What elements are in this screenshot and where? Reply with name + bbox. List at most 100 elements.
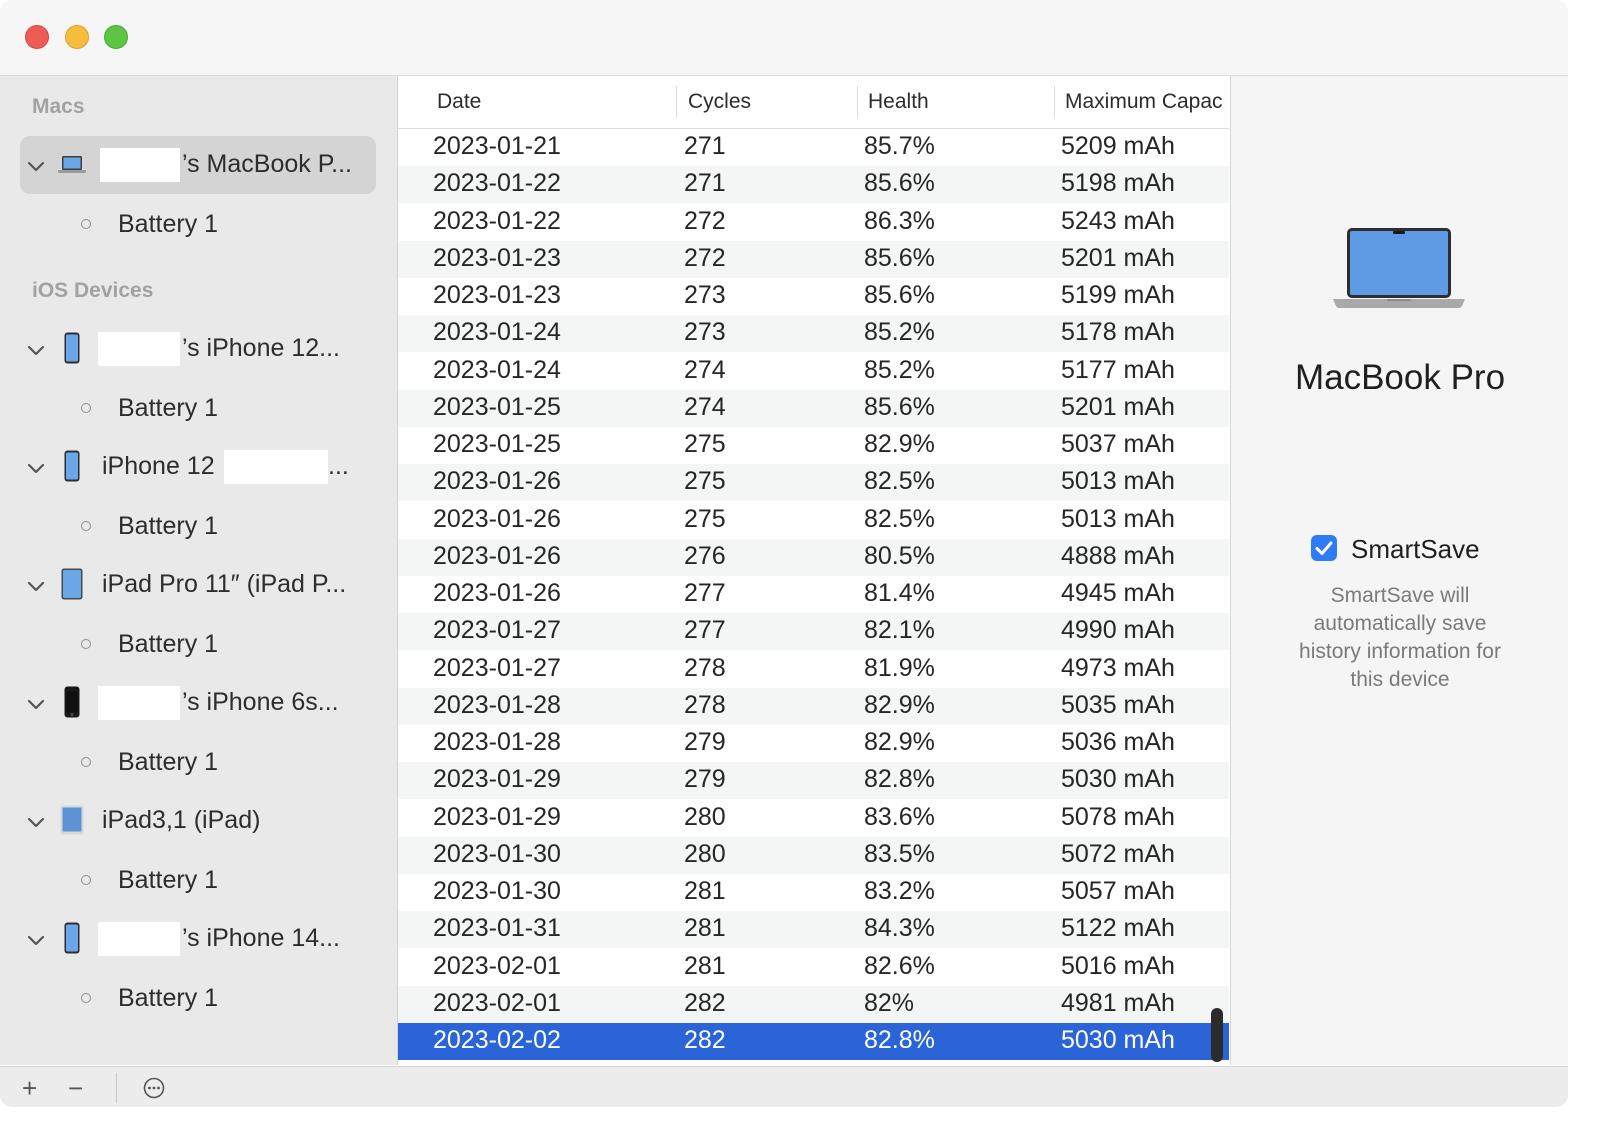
table-row[interactable]: 2023-02-01 281 82.6% 5016 mAh — [398, 949, 1229, 986]
chevron-down-icon[interactable] — [26, 812, 46, 832]
table-row[interactable]: 2023-01-26 275 82.5% 5013 mAh — [398, 502, 1229, 539]
chevron-down-icon[interactable] — [26, 694, 46, 714]
sidebar-item-battery[interactable]: Battery 1 — [0, 615, 397, 673]
sidebar-item-ipad3[interactable]: iPad3,1 (iPad) — [0, 792, 397, 850]
table-row[interactable]: 2023-01-23 273 85.6% 5199 mAh — [398, 278, 1229, 315]
column-divider[interactable] — [676, 86, 677, 118]
column-divider[interactable] — [1054, 86, 1055, 118]
table-row[interactable]: 2023-01-30 281 83.2% 5057 mAh — [398, 874, 1229, 911]
table-row[interactable]: 2023-01-29 280 83.6% 5078 mAh — [398, 800, 1229, 837]
table-row[interactable]: 2023-01-28 279 82.9% 5036 mAh — [398, 725, 1229, 762]
table-row[interactable]: 2023-01-23 272 85.6% 5201 mAh — [398, 240, 1229, 278]
cell-max-capacity: 5199 mAh — [1061, 281, 1175, 309]
cell-max-capacity: 5016 mAh — [1061, 951, 1175, 980]
chevron-down-icon[interactable] — [26, 576, 46, 596]
table-header: Date Cycles Health Maximum Capac — [398, 76, 1229, 129]
cell-max-capacity: 5013 mAh — [1061, 504, 1175, 533]
table-row[interactable]: 2023-01-21 271 85.7% 5209 mAh — [398, 129, 1229, 166]
column-header-health[interactable]: Health — [868, 90, 929, 114]
table-row[interactable]: 2023-01-27 277 82.1% 4990 mAh — [398, 613, 1229, 651]
table-row[interactable]: 2023-01-25 274 85.6% 5201 mAh — [398, 389, 1229, 427]
cell-date: 2023-01-24 — [433, 355, 561, 384]
table-row[interactable]: 2023-02-02 282 82.8% 5030 mAh — [398, 1023, 1229, 1060]
column-header-max-capacity[interactable]: Maximum Capac — [1065, 90, 1223, 114]
cell-health: 82.9% — [864, 728, 935, 756]
cell-cycles: 276 — [684, 541, 726, 570]
sidebar-item-macbook[interactable]: ’s MacBook P... — [0, 136, 397, 194]
table-row[interactable]: 2023-01-22 271 85.6% 5198 mAh — [398, 166, 1229, 204]
macbook-pro-icon — [1333, 228, 1465, 308]
cell-health: 82.6% — [864, 951, 935, 980]
battery-dot-icon — [81, 757, 91, 767]
sidebar-item-battery[interactable]: Battery 1 — [0, 497, 397, 555]
chevron-down-icon[interactable] — [26, 458, 46, 478]
chevron-down-icon[interactable] — [26, 340, 46, 360]
cell-cycles: 275 — [684, 504, 726, 533]
cell-cycles: 277 — [684, 616, 726, 645]
cell-max-capacity: 4990 mAh — [1061, 616, 1175, 645]
cell-date: 2023-01-26 — [433, 579, 561, 607]
column-divider[interactable] — [857, 86, 858, 118]
battery-dot-icon — [81, 639, 91, 649]
table-row[interactable]: 2023-01-24 274 85.2% 5177 mAh — [398, 353, 1229, 390]
sidebar-item-battery[interactable]: Battery 1 — [0, 851, 397, 909]
cell-cycles: 281 — [684, 877, 726, 905]
ellipsis-circle-icon[interactable] — [142, 1076, 166, 1100]
scrollbar-thumb[interactable] — [1211, 1008, 1223, 1062]
table-row[interactable]: 2023-02-01 282 82% 4981 mAh — [398, 985, 1229, 1023]
table-row[interactable]: 2023-01-30 280 83.5% 5072 mAh — [398, 836, 1229, 874]
minimize-button[interactable] — [65, 25, 89, 49]
add-button[interactable]: + — [22, 1075, 37, 1101]
sidebar-item-iphone-12[interactable]: ’s iPhone 12... — [0, 320, 397, 378]
smartsave-checkbox[interactable] — [1311, 535, 1337, 561]
chevron-down-icon[interactable] — [26, 156, 46, 176]
sidebar-item-battery[interactable]: Battery 1 — [0, 379, 397, 437]
cell-cycles: 277 — [684, 579, 726, 607]
battery-dot-icon — [81, 875, 91, 885]
table-row[interactable]: 2023-01-22 272 86.3% 5243 mAh — [398, 204, 1229, 241]
cell-date: 2023-01-30 — [433, 839, 561, 868]
device-label: iPhone 12 — [102, 452, 215, 480]
smartsave-label[interactable]: SmartSave — [1351, 534, 1480, 565]
column-header-date[interactable]: Date — [437, 90, 481, 114]
iphone-icon — [64, 450, 80, 482]
iphone-icon — [64, 922, 80, 954]
title-bar — [0, 0, 1568, 76]
sidebar-item-iphone-6s[interactable]: ’s iPhone 6s... — [0, 674, 397, 732]
cell-max-capacity: 5178 mAh — [1061, 318, 1175, 347]
table-row[interactable]: 2023-01-26 275 82.5% 5013 mAh — [398, 464, 1229, 502]
sidebar-item-battery[interactable]: Battery 1 — [0, 733, 397, 791]
sidebar-item-ipad-pro[interactable]: iPad Pro 11″ (iPad P... — [0, 556, 397, 614]
chevron-down-icon[interactable] — [26, 930, 46, 950]
table-row[interactable]: 2023-01-27 278 81.9% 4973 mAh — [398, 651, 1229, 688]
table-row[interactable]: 2023-01-29 279 82.8% 5030 mAh — [398, 762, 1229, 800]
zoom-button[interactable] — [104, 25, 128, 49]
sidebar-item-iphone-14[interactable]: ’s iPhone 14... — [0, 910, 397, 968]
cell-max-capacity: 4981 mAh — [1061, 988, 1175, 1017]
sidebar-item-battery[interactable]: Battery 1 — [0, 195, 397, 253]
cell-health: 85.6% — [864, 392, 935, 421]
cell-max-capacity: 5037 mAh — [1061, 430, 1175, 458]
table-row[interactable]: 2023-01-26 277 81.4% 4945 mAh — [398, 576, 1229, 613]
table-row[interactable]: 2023-01-25 275 82.9% 5037 mAh — [398, 427, 1229, 464]
cell-cycles: 280 — [684, 802, 726, 831]
sidebar-item-iphone-12-b[interactable]: iPhone 12 ... — [0, 438, 397, 496]
cell-max-capacity: 5201 mAh — [1061, 392, 1175, 421]
battery-dot-icon — [81, 993, 91, 1003]
device-detail-panel: MacBook Pro SmartSave SmartSave will aut… — [1230, 76, 1568, 1065]
table-row[interactable]: 2023-01-31 281 84.3% 5122 mAh — [398, 911, 1229, 949]
cell-cycles: 272 — [684, 243, 726, 272]
remove-button[interactable]: − — [68, 1075, 83, 1101]
cell-max-capacity: 5177 mAh — [1061, 355, 1175, 384]
sidebar-item-battery[interactable]: Battery 1 — [0, 969, 397, 1027]
cell-date: 2023-01-21 — [433, 132, 561, 160]
cell-health: 85.6% — [864, 281, 935, 309]
close-button[interactable] — [25, 25, 49, 49]
cell-max-capacity: 5072 mAh — [1061, 839, 1175, 868]
table-row[interactable]: 2023-01-28 278 82.9% 5035 mAh — [398, 687, 1229, 725]
table-row[interactable]: 2023-01-24 273 85.2% 5178 mAh — [398, 315, 1229, 353]
smartsave-description: SmartSave will automatically save histor… — [1299, 584, 1501, 691]
table-row[interactable]: 2023-01-26 276 80.5% 4888 mAh — [398, 538, 1229, 576]
column-header-cycles[interactable]: Cycles — [688, 90, 751, 114]
cell-health: 82% — [864, 988, 915, 1017]
